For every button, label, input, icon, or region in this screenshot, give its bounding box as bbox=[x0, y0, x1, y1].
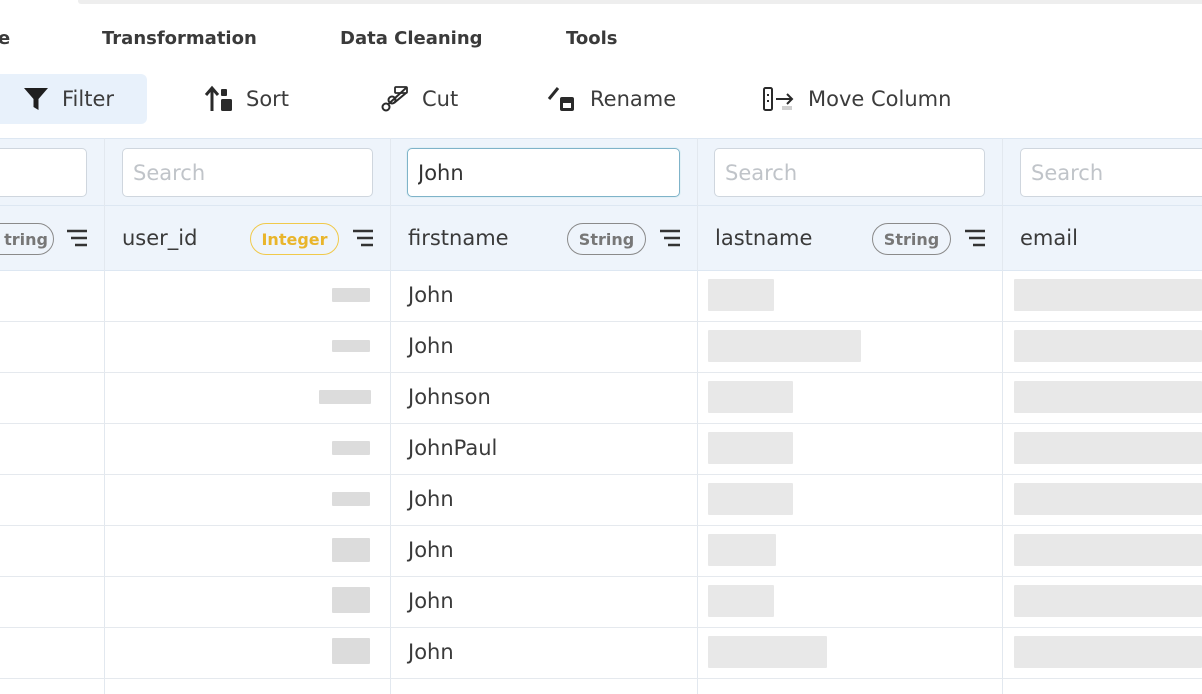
redacted-value bbox=[332, 340, 370, 352]
header-row: tring user_id Integer firstname String l… bbox=[0, 205, 1202, 271]
table-row[interactable]: John bbox=[0, 475, 1202, 526]
table-row[interactable]: John bbox=[0, 271, 1202, 322]
column-header-user-id[interactable]: user_id bbox=[122, 226, 197, 250]
search-input-user-id[interactable] bbox=[122, 148, 373, 197]
table-row[interactable]: John bbox=[0, 322, 1202, 373]
move-column-icon bbox=[762, 85, 796, 113]
redacted-value bbox=[332, 638, 370, 664]
redacted-value bbox=[1014, 483, 1202, 515]
redacted-value bbox=[1014, 534, 1202, 566]
firstname-cell: John bbox=[408, 334, 454, 358]
type-badge-col-0: tring bbox=[0, 223, 54, 255]
redacted-value bbox=[332, 441, 370, 455]
cut-label: Cut bbox=[422, 87, 459, 111]
redacted-value bbox=[708, 483, 793, 515]
column-menu-icon[interactable] bbox=[66, 228, 88, 248]
redacted-value bbox=[1014, 432, 1202, 464]
firstname-cell: Johnson bbox=[408, 385, 491, 409]
sort-icon bbox=[204, 85, 234, 113]
toolbar: Filter Sort Cut Rename Move Column bbox=[0, 74, 1202, 124]
firstname-cell: John bbox=[408, 283, 454, 307]
redacted-value bbox=[1014, 636, 1202, 668]
rename-label: Rename bbox=[590, 87, 677, 111]
filter-icon bbox=[22, 86, 50, 112]
menu-item-tools[interactable]: Tools bbox=[566, 28, 618, 49]
redacted-value bbox=[332, 492, 370, 506]
scissors-icon bbox=[380, 85, 410, 113]
search-input-col-0[interactable] bbox=[0, 148, 87, 197]
column-header-email[interactable]: email bbox=[1020, 226, 1078, 250]
redacted-value bbox=[332, 288, 370, 302]
redacted-value bbox=[1014, 330, 1202, 362]
column-header-lastname[interactable]: lastname bbox=[715, 226, 812, 250]
menu-bar: e Transformation Data Cleaning Tools bbox=[0, 24, 1202, 54]
top-scrollbar-strip bbox=[78, 0, 1202, 4]
type-badge-string: String bbox=[567, 223, 646, 255]
redacted-value bbox=[708, 636, 827, 668]
table-row[interactable]: John bbox=[0, 628, 1202, 679]
cut-button[interactable]: Cut bbox=[380, 74, 458, 124]
redacted-value bbox=[708, 585, 774, 617]
table-row[interactable]: John bbox=[0, 577, 1202, 628]
redacted-value bbox=[1014, 381, 1202, 413]
redacted-value bbox=[708, 279, 774, 311]
menu-item-partial[interactable]: e bbox=[0, 28, 10, 49]
move-column-button[interactable]: Move Column bbox=[762, 74, 951, 124]
firstname-cell: John bbox=[408, 589, 454, 613]
redacted-value bbox=[708, 381, 793, 413]
rename-icon bbox=[546, 85, 578, 113]
redacted-value bbox=[332, 538, 370, 562]
move-column-label: Move Column bbox=[808, 87, 952, 111]
table-row[interactable]: JohnPaul bbox=[0, 424, 1202, 475]
type-badge-integer: Integer bbox=[250, 223, 339, 255]
search-input-email[interactable] bbox=[1020, 148, 1202, 197]
column-header-firstname[interactable]: firstname bbox=[408, 226, 509, 250]
redacted-value bbox=[708, 534, 776, 566]
filter-label: Filter bbox=[62, 87, 115, 111]
sort-label: Sort bbox=[246, 87, 290, 111]
redacted-value bbox=[708, 432, 793, 464]
menu-item-transformation[interactable]: Transformation bbox=[102, 28, 257, 49]
firstname-cell: JohnPaul bbox=[408, 436, 498, 460]
column-menu-icon[interactable] bbox=[659, 228, 681, 248]
redacted-value bbox=[1014, 585, 1202, 617]
firstname-cell: John bbox=[408, 538, 454, 562]
rename-button[interactable]: Rename bbox=[546, 74, 676, 124]
firstname-cell: John bbox=[408, 640, 454, 664]
firstname-cell: John bbox=[408, 487, 454, 511]
column-menu-icon[interactable] bbox=[964, 228, 986, 248]
search-input-lastname[interactable] bbox=[714, 148, 985, 197]
redacted-value bbox=[319, 390, 371, 404]
table-row[interactable]: John bbox=[0, 526, 1202, 577]
redacted-value bbox=[332, 587, 370, 613]
search-input-firstname[interactable] bbox=[407, 148, 680, 197]
sort-button[interactable]: Sort bbox=[204, 74, 289, 124]
column-menu-icon[interactable] bbox=[352, 228, 374, 248]
data-grid: tring user_id Integer firstname String l… bbox=[0, 138, 1202, 694]
redacted-value bbox=[1014, 279, 1202, 311]
table-row[interactable]: Johnson bbox=[0, 373, 1202, 424]
redacted-value bbox=[708, 330, 861, 362]
type-badge-string: String bbox=[872, 223, 951, 255]
search-row bbox=[0, 138, 1202, 205]
filter-button[interactable]: Filter bbox=[0, 74, 147, 124]
menu-item-data-cleaning[interactable]: Data Cleaning bbox=[340, 28, 483, 49]
